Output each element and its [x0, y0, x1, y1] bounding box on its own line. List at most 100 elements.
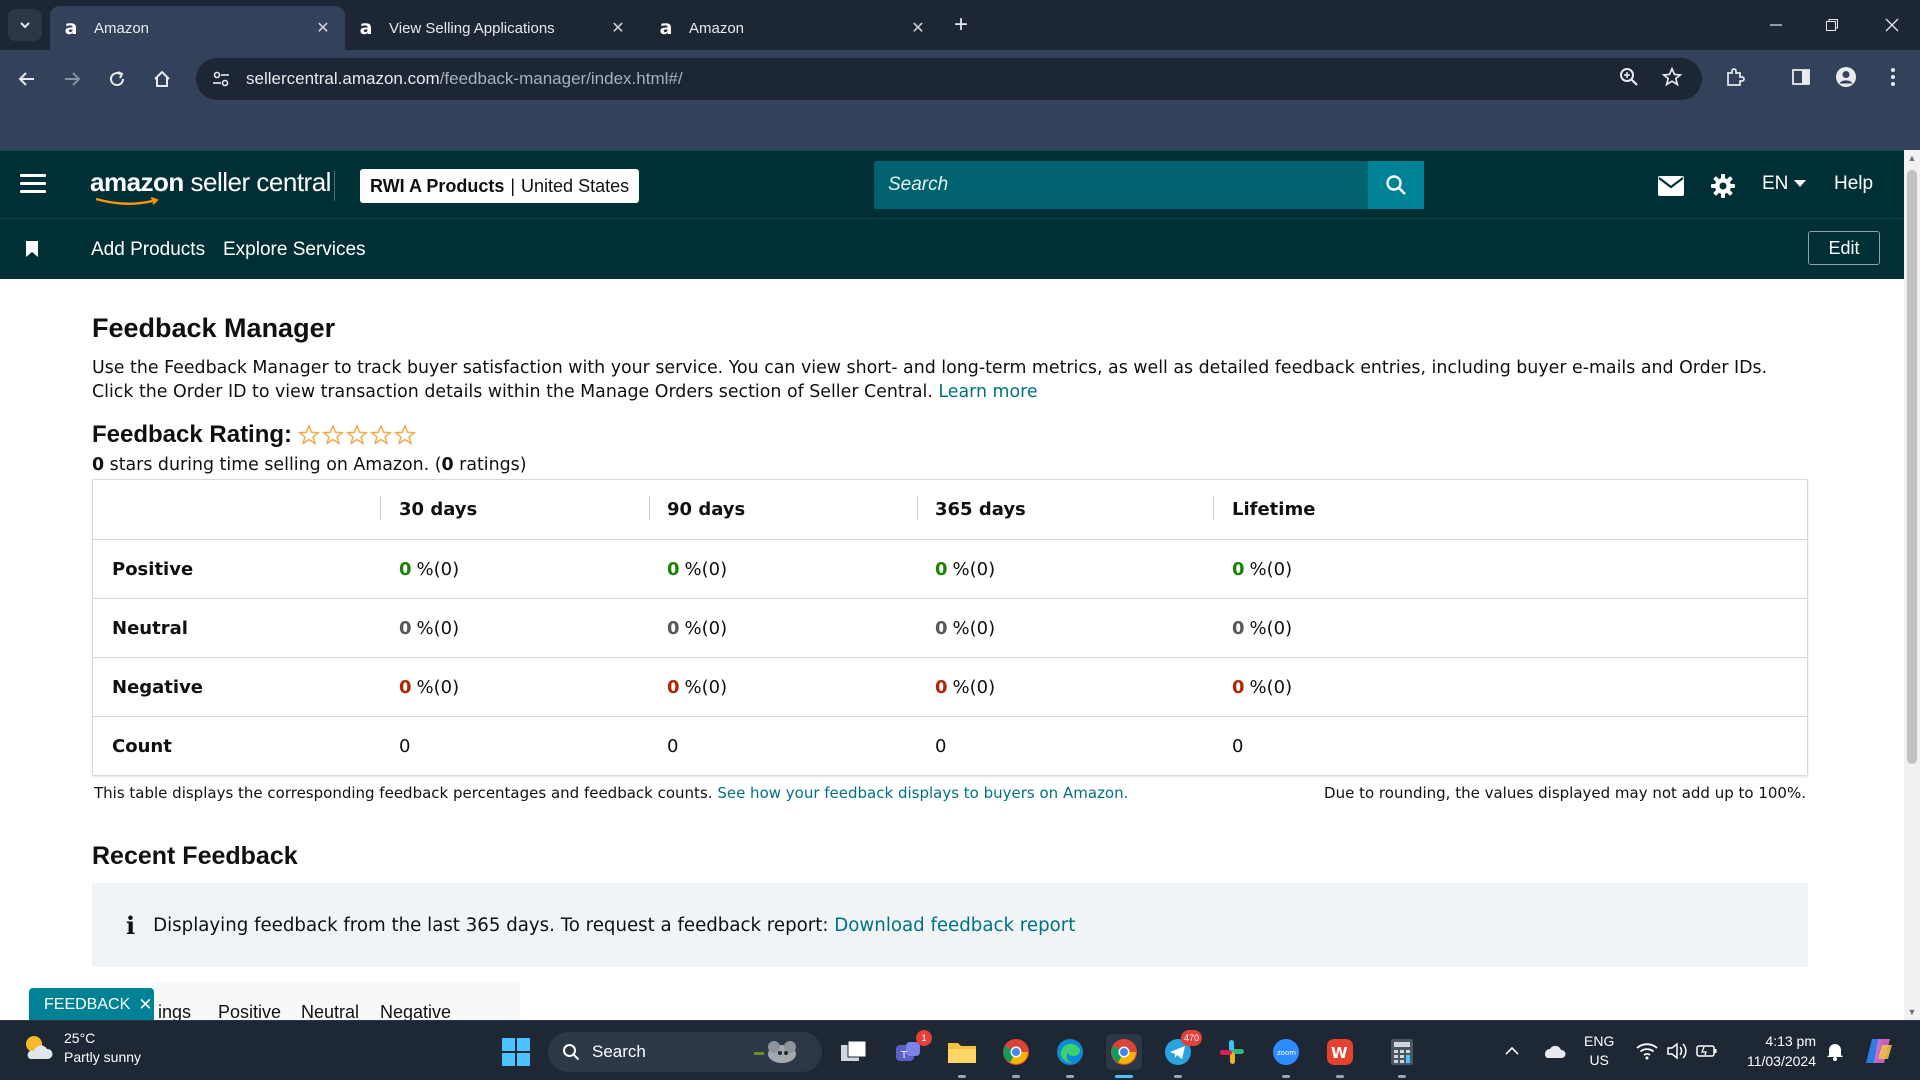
bookmark-star-button[interactable] [1655, 60, 1689, 94]
feedback-display-link[interactable]: See how your feedback displays to buyers… [717, 784, 1128, 802]
rating-count-value: 0 [441, 455, 454, 475]
table-cell: 0 %(0) [935, 599, 995, 657]
bookmark-icon[interactable] [26, 241, 38, 257]
close-tab-icon[interactable]: ✕ [608, 18, 628, 38]
close-tab-icon[interactable]: ✕ [908, 18, 928, 38]
side-panel-button[interactable] [1784, 60, 1818, 94]
messages-button[interactable] [1656, 171, 1686, 201]
add-products-link[interactable]: Add Products [91, 239, 205, 261]
chrome-profile-2-icon[interactable] [1106, 1034, 1142, 1078]
task-view-icon[interactable] [836, 1034, 872, 1070]
chrome-profile-1-icon[interactable] [998, 1034, 1034, 1078]
edge-icon[interactable] [1052, 1034, 1088, 1078]
volume-icon[interactable] [1666, 1021, 1688, 1080]
search-input[interactable] [874, 161, 1364, 209]
weather-widget[interactable]: 25°C Partly sunny [22, 1029, 141, 1067]
notifications-icon[interactable] [1826, 1021, 1844, 1080]
site-info-icon[interactable] [210, 68, 232, 90]
reload-button[interactable] [100, 62, 134, 96]
logo-seller-central-text: seller central [190, 167, 332, 197]
column-divider [1213, 496, 1214, 520]
account-separator: | [510, 175, 516, 196]
back-button[interactable] [10, 62, 44, 96]
wps-office-icon[interactable]: W [1322, 1034, 1358, 1078]
rating-star-icon [298, 424, 321, 445]
browser-tab-2[interactable]: a View Selling Applications ✕ [345, 6, 640, 50]
language-indicator[interactable]: ENG US [1584, 1021, 1614, 1080]
more-vertical-icon [1891, 68, 1895, 86]
restore-button[interactable] [1804, 0, 1860, 50]
address-bar[interactable]: sellercentral.amazon.com/feedback-manage… [196, 58, 1702, 100]
file-explorer-icon[interactable] [944, 1034, 980, 1078]
calculator-icon[interactable] [1384, 1034, 1420, 1078]
battery-icon[interactable] [1696, 1021, 1718, 1080]
scroll-up-icon[interactable]: ▲ [1907, 153, 1917, 163]
download-report-link[interactable]: Download feedback report [834, 915, 1075, 936]
column-header-365-days: 365 days [935, 498, 1026, 520]
show-hidden-icons[interactable] [1504, 1021, 1520, 1080]
taskbar-search[interactable]: Search [548, 1032, 822, 1072]
hamburger-menu-icon[interactable] [20, 174, 46, 194]
seller-central-logo[interactable]: amazon seller central [90, 167, 332, 205]
profile-icon [1836, 67, 1856, 87]
explore-services-link[interactable]: Explore Services [223, 239, 366, 261]
scrollbar-thumb[interactable] [1907, 170, 1917, 764]
feedback-widget-close-icon[interactable]: ✕ [138, 995, 152, 1015]
system-clock[interactable]: 4:13 pm 11/03/2024 [1736, 1031, 1816, 1071]
zoom-icon[interactable]: zoom [1268, 1034, 1304, 1078]
slack-icon[interactable] [1214, 1034, 1250, 1070]
close-tab-icon[interactable]: ✕ [313, 18, 333, 38]
settings-button[interactable] [1708, 171, 1738, 201]
scroll-down-icon[interactable]: ▼ [1907, 1007, 1917, 1017]
column-header-90-days: 90 days [667, 498, 746, 520]
close-window-button[interactable] [1864, 0, 1920, 50]
page-scrollbar[interactable]: ▲ ▼ [1904, 150, 1920, 1020]
learn-more-link[interactable]: Learn more [938, 382, 1037, 402]
cell-percent: %(0) [952, 617, 996, 639]
account-switcher[interactable]: RWI A Products | United States [360, 169, 640, 203]
telegram-icon[interactable]: 470 [1160, 1030, 1202, 1078]
caret-down-icon [1794, 180, 1807, 187]
chevron-up-icon [1505, 1046, 1519, 1055]
table-cell: 0 %(0) [667, 658, 727, 716]
info-text: Displaying feedback from the last 365 da… [153, 914, 829, 936]
chevron-down-icon [20, 22, 30, 29]
positive-value: 0 [935, 558, 948, 580]
help-link[interactable]: Help [1834, 173, 1873, 195]
profile-button[interactable] [1829, 60, 1863, 94]
table-cell: 0 %(0) [935, 658, 995, 716]
tab-search-button[interactable] [8, 9, 42, 41]
rating-stars [298, 424, 418, 446]
minimize-button[interactable] [1748, 0, 1804, 50]
browser-tab-3[interactable]: a Amazon ✕ [645, 6, 940, 50]
zoom-button[interactable] [1612, 60, 1646, 94]
browser-menu-button[interactable] [1876, 60, 1910, 94]
neutral-value: 0 [935, 617, 948, 639]
edit-bookmarks-button[interactable]: Edit [1808, 231, 1880, 265]
positive-value: 0 [1232, 558, 1245, 580]
zoom-icon [1620, 68, 1638, 86]
copilot-icon[interactable] [1864, 1021, 1894, 1080]
feedback-rating: Feedback Rating: [92, 421, 418, 449]
extensions-button[interactable] [1718, 60, 1752, 94]
home-button[interactable] [145, 62, 179, 96]
teams-icon[interactable]: T 1 [890, 1030, 932, 1070]
forward-button[interactable] [55, 62, 89, 96]
svg-text:T: T [900, 1050, 908, 1061]
browser-tab-1[interactable]: a Amazon ✕ [50, 6, 345, 50]
table-cell: 0 %(0) [1232, 599, 1292, 657]
feedback-widget-tab[interactable]: FEEDBACK ✕ [29, 988, 154, 1021]
star-outline-icon [1662, 67, 1682, 87]
language-selector[interactable]: EN [1762, 173, 1807, 195]
rating-star-icon [394, 424, 417, 445]
amazon-favicon-icon: a [359, 17, 373, 39]
onedrive-icon[interactable] [1542, 1021, 1566, 1080]
search-button[interactable] [1368, 161, 1424, 209]
wifi-icon[interactable] [1636, 1021, 1658, 1080]
mail-icon [1658, 176, 1684, 196]
bookmark-bar: Add Products Explore Services Edit [0, 218, 1904, 279]
start-button[interactable] [502, 1038, 530, 1066]
minimize-icon [1770, 24, 1782, 26]
cell-percent: %(0) [952, 558, 996, 580]
new-tab-button[interactable]: + [948, 12, 974, 38]
